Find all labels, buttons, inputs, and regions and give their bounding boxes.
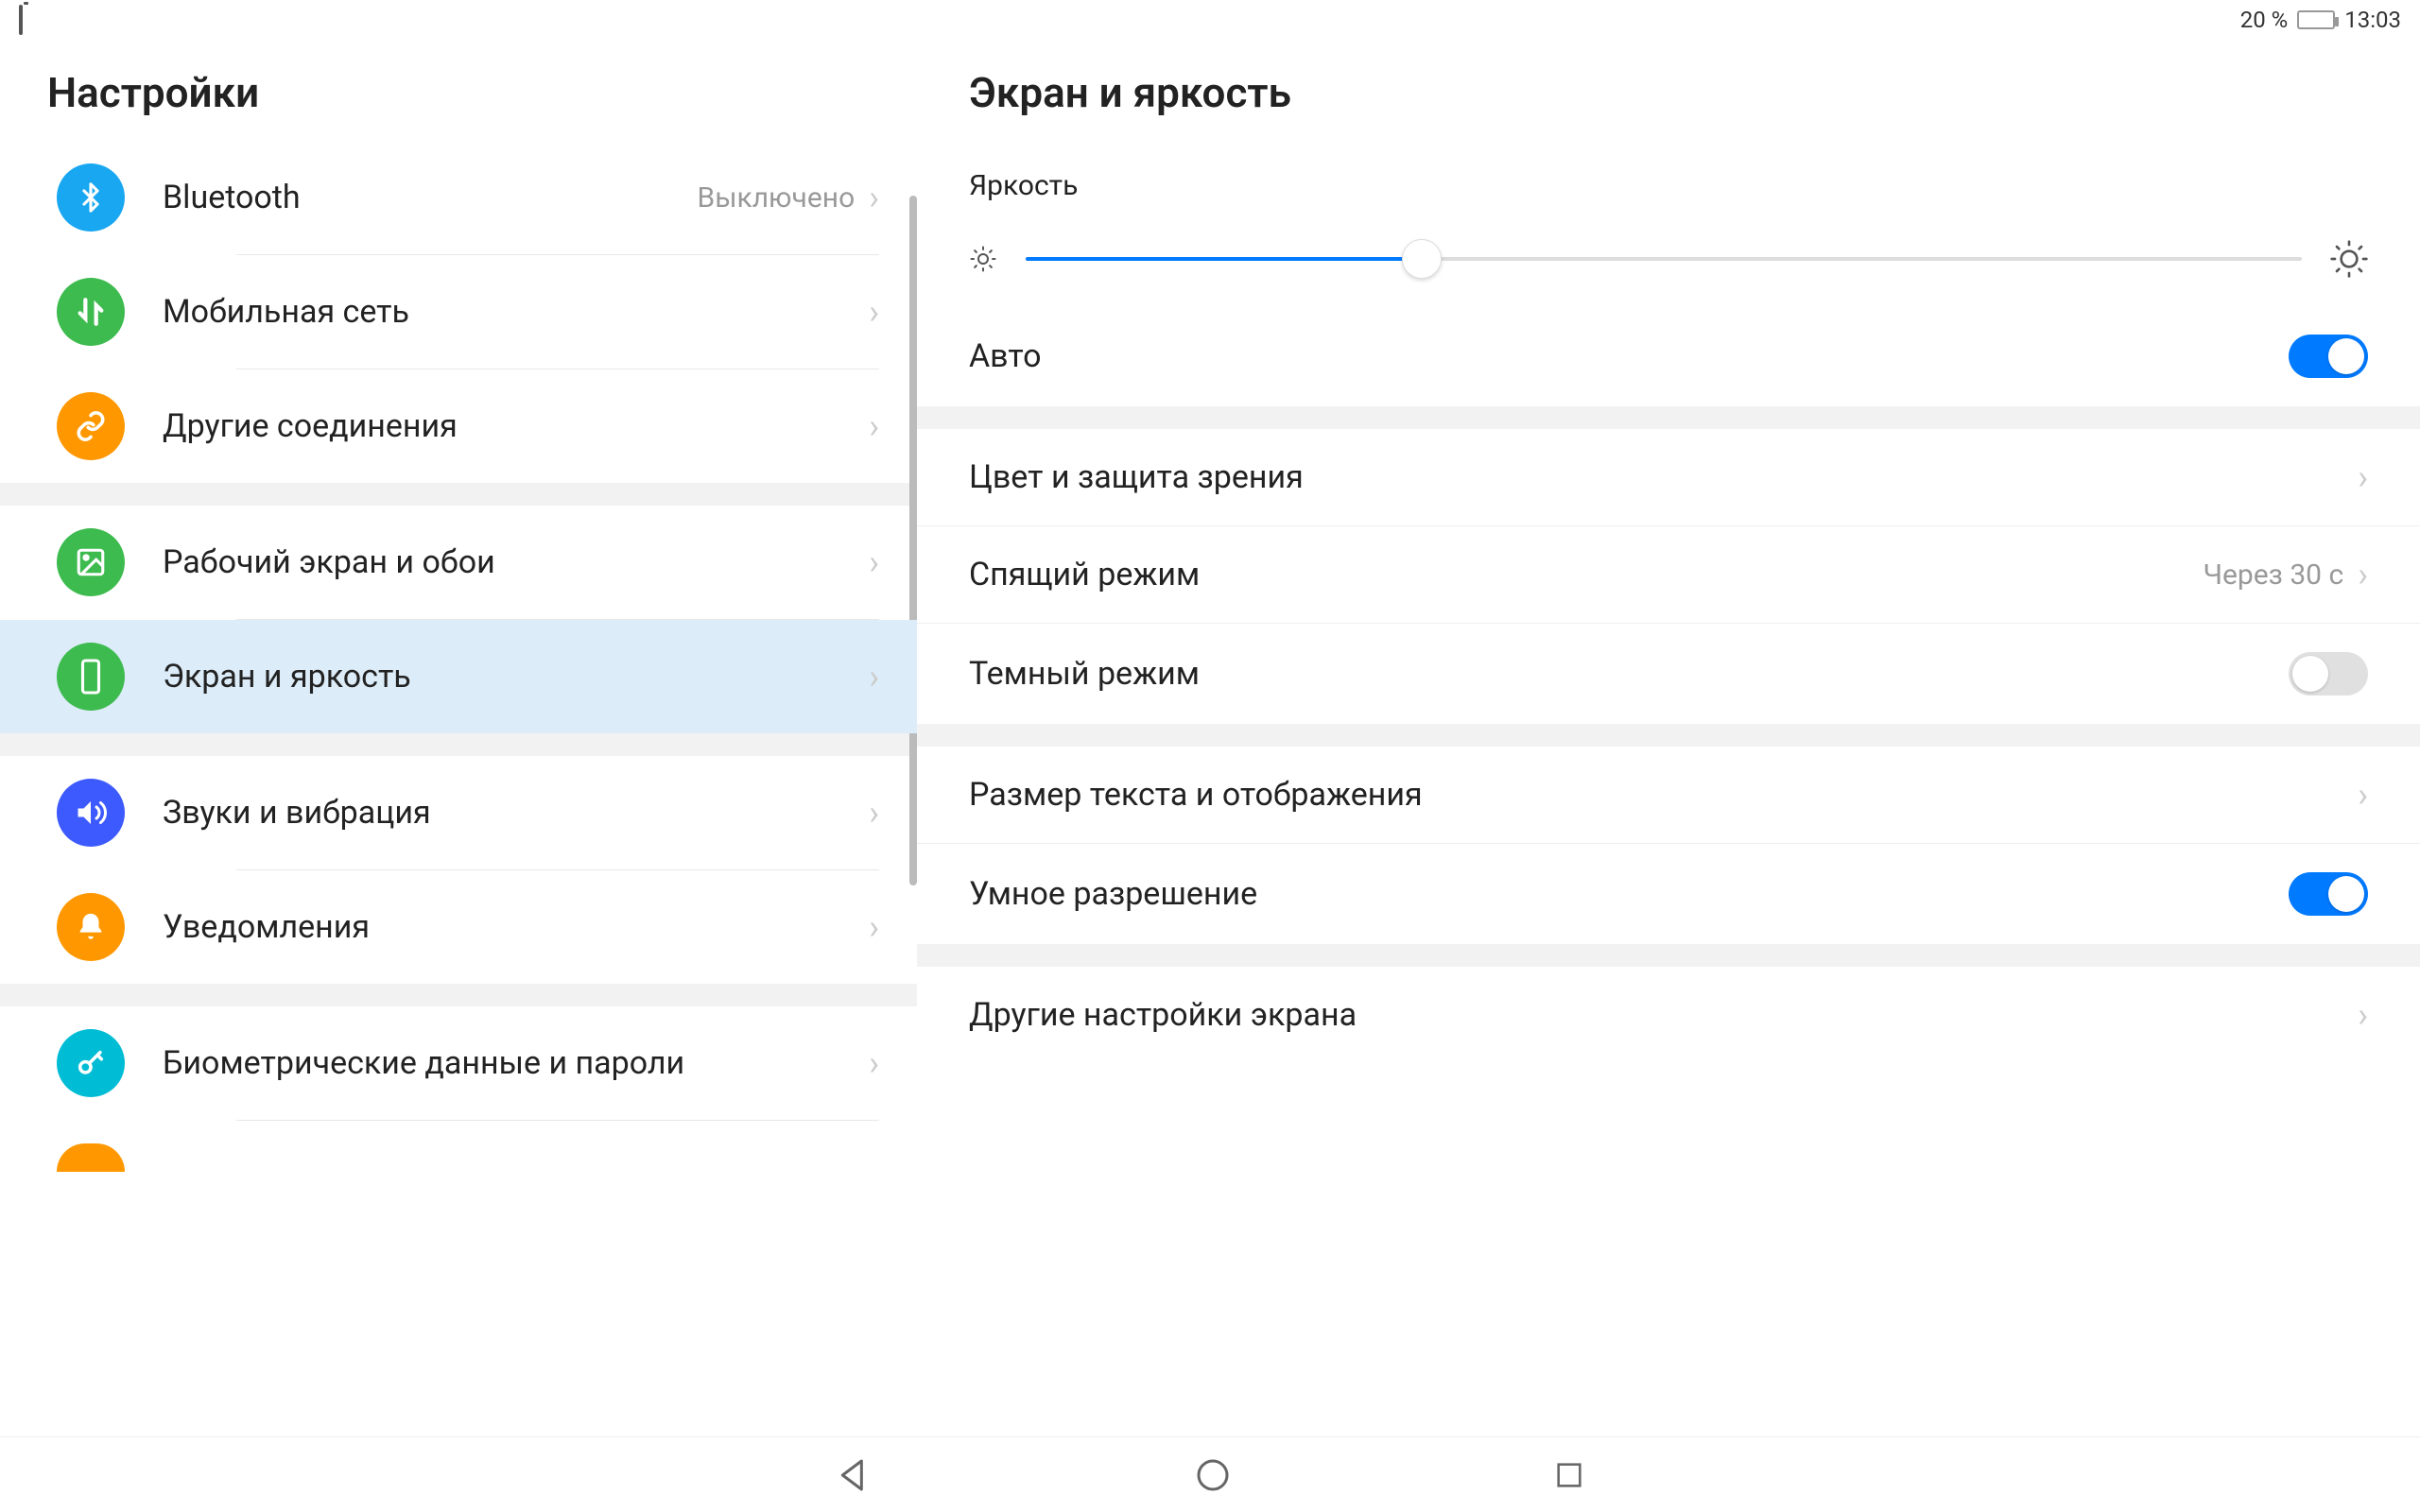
row-label: Цвет и защита зрения xyxy=(969,458,1304,496)
sidebar-item-sounds[interactable]: Звуки и вибрация › xyxy=(0,756,917,869)
brightness-low-icon xyxy=(969,245,997,273)
chevron-right-icon: › xyxy=(2358,555,2368,594)
sidebar-item-label: Биометрические данные и пароли xyxy=(163,1044,869,1082)
sidebar-item-label: Мобильная сеть xyxy=(163,293,869,331)
slider-thumb[interactable] xyxy=(1402,239,1442,279)
chevron-right-icon: › xyxy=(869,907,879,947)
chevron-right-icon: › xyxy=(869,406,879,446)
row-label: Размер текста и отображения xyxy=(969,776,1423,814)
row-value: Через 30 с xyxy=(2203,558,2343,592)
sidebar-item-label: Экран и яркость xyxy=(163,658,869,696)
battery-warning-icon xyxy=(19,7,23,33)
battery-percent: 20 % xyxy=(2240,7,2289,33)
navigation-bar xyxy=(0,1436,2420,1512)
mobile-data-icon xyxy=(57,278,125,346)
row-dark-mode: Темный режим xyxy=(917,623,2420,724)
sidebar-item-bluetooth[interactable]: Bluetooth Выключено › xyxy=(0,141,917,254)
sidebar-item-label: Рабочий экран и обои xyxy=(163,543,869,581)
row-color-eye-protection[interactable]: Цвет и защита зрения › xyxy=(917,429,2420,525)
chevron-right-icon: › xyxy=(869,657,879,696)
sidebar-item-notifications[interactable]: Уведомления › xyxy=(0,870,917,984)
panel-title: Экран и яркость xyxy=(917,40,2420,141)
row-label: Темный режим xyxy=(969,655,1200,693)
sidebar-item-label: Другие соединения xyxy=(163,407,869,445)
brightness-high-icon xyxy=(2330,240,2368,278)
sidebar-item-display-brightness[interactable]: Экран и яркость › xyxy=(0,620,917,733)
sidebar-item-partial[interactable] xyxy=(0,1121,917,1172)
sidebar-item-home-screen[interactable]: Рабочий экран и обои › xyxy=(0,506,917,619)
auto-brightness-label: Авто xyxy=(969,337,1041,375)
row-sleep-mode[interactable]: Спящий режим Через 30 с › xyxy=(917,525,2420,623)
sidebar-item-other-connections[interactable]: Другие соединения › xyxy=(0,369,917,483)
row-label: Другие настройки экрана xyxy=(969,996,1357,1034)
sidebar-item-mobile-network[interactable]: Мобильная сеть › xyxy=(0,255,917,369)
chevron-right-icon: › xyxy=(2358,457,2368,497)
nav-home-button[interactable] xyxy=(1194,1456,1232,1494)
sidebar-item-label: Уведомления xyxy=(163,908,869,946)
smart-resolution-toggle[interactable] xyxy=(2289,872,2368,916)
chevron-right-icon: › xyxy=(869,292,879,332)
brightness-section-label: Яркость xyxy=(917,141,2420,216)
row-label: Спящий режим xyxy=(969,556,1200,593)
row-text-display-size[interactable]: Размер текста и отображения › xyxy=(917,747,2420,843)
dark-mode-toggle[interactable] xyxy=(2289,652,2368,696)
picture-icon xyxy=(57,528,125,596)
bell-icon xyxy=(57,893,125,961)
sidebar-item-value: Выключено xyxy=(698,181,856,215)
status-bar: 20 % 13:03 xyxy=(0,0,2420,40)
link-icon xyxy=(57,392,125,460)
row-other-display-settings[interactable]: Другие настройки экрана › xyxy=(917,967,2420,1063)
row-label: Умное разрешение xyxy=(969,875,1257,913)
sidebar-item-biometrics[interactable]: Биометрические данные и пароли › xyxy=(0,1006,917,1120)
auto-brightness-toggle[interactable] xyxy=(2289,335,2368,378)
key-icon xyxy=(57,1029,125,1097)
chevron-right-icon: › xyxy=(869,1043,879,1083)
sidebar-title: Настройки xyxy=(0,40,917,141)
phone-display-icon xyxy=(57,643,125,711)
bluetooth-icon xyxy=(57,163,125,232)
row-auto-brightness: Авто xyxy=(917,306,2420,406)
battery-icon xyxy=(2297,10,2335,29)
chevron-right-icon: › xyxy=(869,542,879,582)
row-smart-resolution: Умное разрешение xyxy=(917,843,2420,944)
display-settings-panel: Экран и яркость Яркость Авто Цвет и защи… xyxy=(917,40,2420,1436)
chevron-right-icon: › xyxy=(2358,995,2368,1035)
sound-icon xyxy=(57,779,125,847)
brightness-slider[interactable] xyxy=(1026,257,2302,261)
clock: 13:03 xyxy=(2344,7,2401,33)
chevron-right-icon: › xyxy=(869,178,879,217)
settings-sidebar: Настройки Bluetooth Выключено › Мобильна… xyxy=(0,40,917,1436)
partial-icon xyxy=(57,1143,125,1172)
nav-recent-button[interactable] xyxy=(1553,1459,1585,1491)
chevron-right-icon: › xyxy=(869,793,879,833)
nav-back-button[interactable] xyxy=(835,1456,873,1494)
chevron-right-icon: › xyxy=(2358,775,2368,815)
sidebar-item-label: Звуки и вибрация xyxy=(163,794,869,832)
brightness-slider-row xyxy=(917,216,2420,306)
sidebar-item-label: Bluetooth xyxy=(163,179,698,216)
